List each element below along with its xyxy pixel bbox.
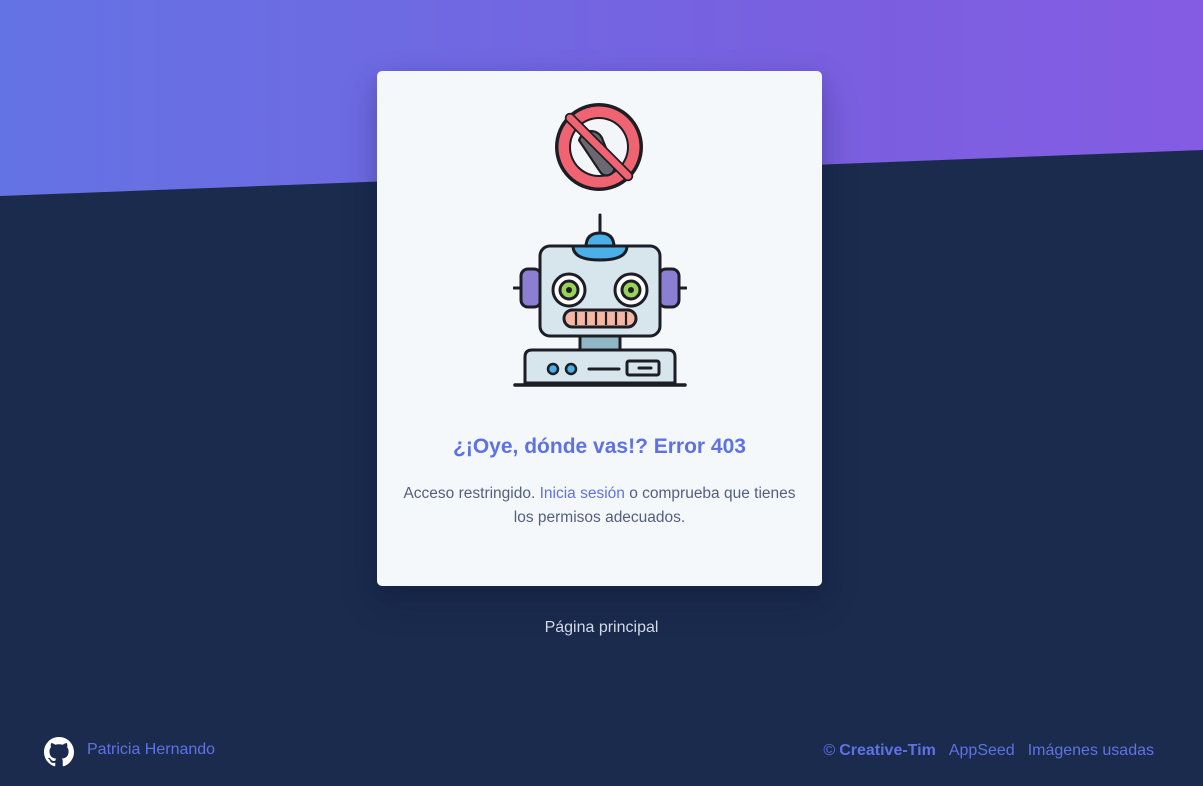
github-icon[interactable] [44, 737, 74, 767]
login-link[interactable]: Inicia sesión [540, 485, 625, 502]
images-used-link[interactable]: Imágenes usadas [1028, 742, 1154, 760]
appseed-link[interactable]: AppSeed [949, 742, 1015, 760]
error-card: ¿¡Oye, dónde vas!? Error 403 Acceso rest… [377, 71, 822, 586]
prohibited-sign-icon [555, 103, 643, 191]
home-link[interactable]: Página principal [0, 619, 1203, 637]
author-link[interactable]: Patricia Hernando [87, 741, 215, 759]
creative-tim-link[interactable]: Creative-Tim [839, 742, 936, 760]
desc-before: Acceso restringido. [403, 485, 536, 502]
page: ¿¡Oye, dónde vas!? Error 403 Acceso rest… [0, 0, 1203, 786]
error-title: ¿¡Oye, dónde vas!? Error 403 [453, 435, 746, 458]
footer-links: © Creative-Tim AppSeed Imágenes usadas [823, 742, 1154, 760]
copyright-symbol: © [823, 742, 836, 759]
robot-illustration [513, 213, 687, 387]
error-description: Acceso restringido. Inicia sesión o comp… [402, 482, 797, 530]
footer-author: Patricia Hernando [44, 737, 215, 767]
